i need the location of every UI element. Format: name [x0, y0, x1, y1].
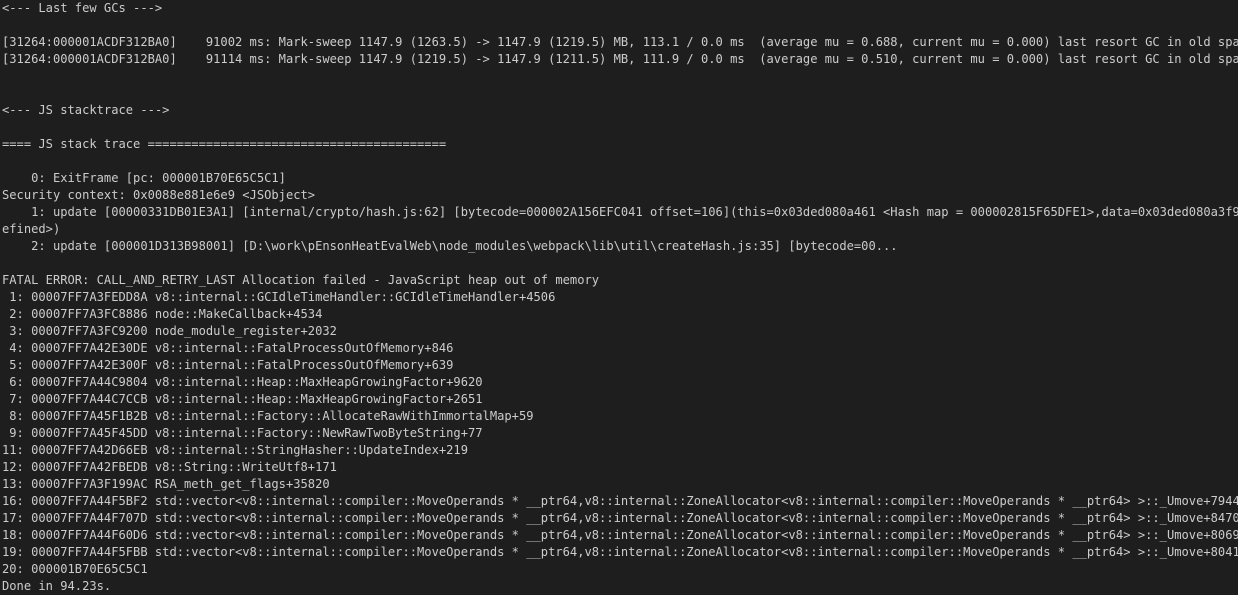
native-stack-line: 19: 00007FF7A44F5FBB std::vector<v8::int…: [2, 545, 1238, 559]
native-stack-line: 8: 00007FF7A45F1B2B v8::internal::Factor…: [2, 409, 534, 423]
gc-log-line: [31264:000001ACDF312BA0] 91002 ms: Mark-…: [2, 35, 1238, 49]
native-stack-line: 13: 00007FF7A3F199AC RSA_meth_get_flags+…: [2, 477, 330, 491]
native-stack-line: 6: 00007FF7A44C9804 v8::internal::Heap::…: [2, 375, 483, 389]
native-stack-line: 16: 00007FF7A44F5BF2 std::vector<v8::int…: [2, 494, 1238, 508]
native-stack-line: 4: 00007FF7A42E30DE v8::internal::FatalP…: [2, 341, 454, 355]
done-status-line: Done in 94.23s.: [2, 579, 112, 593]
gc-header: <--- Last few GCs --->: [2, 1, 163, 15]
native-stack-line: 11: 00007FF7A42D66EB v8::internal::Strin…: [2, 443, 468, 457]
native-stack-line: 5: 00007FF7A42E300F v8::internal::FatalP…: [2, 358, 454, 372]
native-stack-line: 18: 00007FF7A44F60D6 std::vector<v8::int…: [2, 528, 1238, 542]
stack-frame-continuation: efined>): [2, 222, 61, 236]
js-stack-trace-title: ==== JS stack trace ====================…: [2, 137, 447, 151]
native-stack-line: 1: 00007FF7A3FEDD8A v8::internal::GCIdle…: [2, 290, 556, 304]
js-stacktrace-header: <--- JS stacktrace --->: [2, 103, 170, 117]
fatal-error-line: FATAL ERROR: CALL_AND_RETRY_LAST Allocat…: [2, 273, 600, 287]
gc-log-line: [31264:000001ACDF312BA0] 91114 ms: Mark-…: [2, 52, 1238, 66]
native-stack-line: 12: 00007FF7A42FBEDB v8::String::WriteUt…: [2, 460, 337, 474]
native-stack-line: 7: 00007FF7A44C7CCB v8::internal::Heap::…: [2, 392, 483, 406]
stack-frame-line: 1: update [00000331DB01E3A1] [internal/c…: [2, 205, 1238, 219]
native-stack-line: 9: 00007FF7A45F45DD v8::internal::Factor…: [2, 426, 483, 440]
stack-frame-line: 0: ExitFrame [pc: 000001B70E65C5C1]: [2, 171, 286, 185]
native-stack-line: 3: 00007FF7A3FC9200 node_module_register…: [2, 324, 337, 338]
native-stack-line: 17: 00007FF7A44F707D std::vector<v8::int…: [2, 511, 1238, 525]
security-context-line: Security context: 0x0088e881e6e9 <JSObje…: [2, 188, 316, 202]
stack-frame-line: 2: update [000001D313B98001] [D:\work\pE…: [2, 239, 898, 253]
native-stack-line: 20: 000001B70E65C5C1: [2, 562, 148, 576]
native-stack-line: 2: 00007FF7A3FC8886 node::MakeCallback+4…: [2, 307, 323, 321]
terminal-output[interactable]: <--- Last few GCs ---> [31264:000001ACDF…: [0, 0, 1238, 595]
